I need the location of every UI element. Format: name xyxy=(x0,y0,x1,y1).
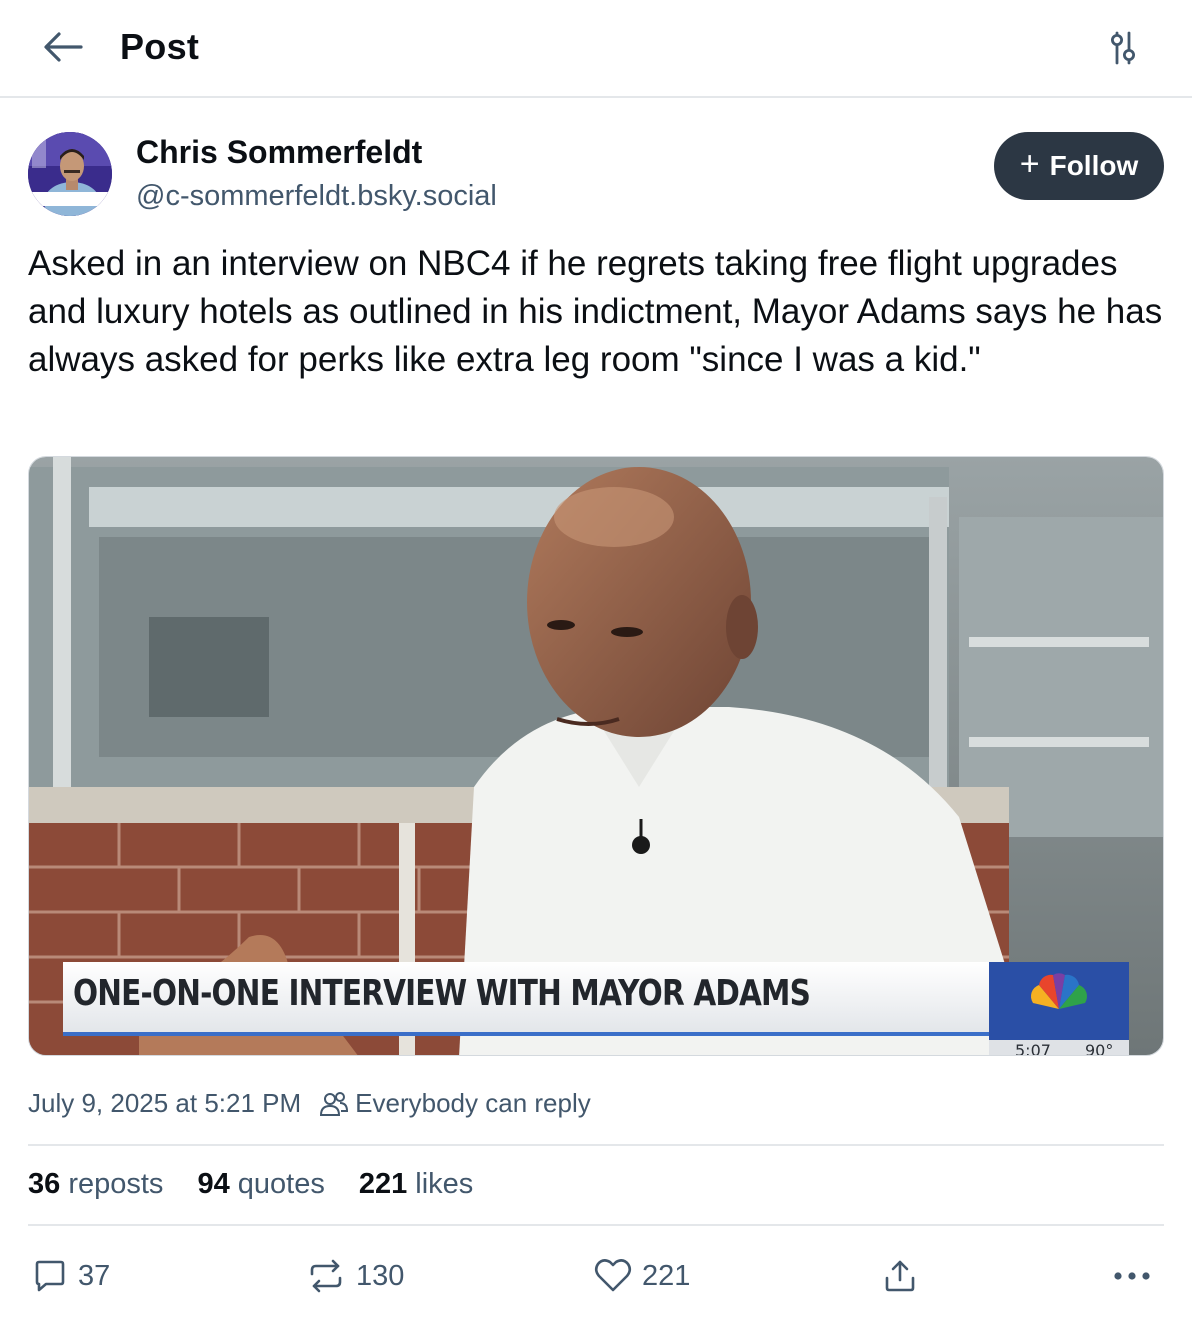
author-name[interactable]: Chris Sommerfeldt xyxy=(136,134,422,171)
reply-bubble-icon xyxy=(35,1260,65,1292)
chyron-text: ONE-ON-ONE INTERVIEW WITH MAYOR ADAMS xyxy=(73,973,811,1014)
like-button[interactable]: 221 xyxy=(594,1252,690,1300)
quotes-count: 94 xyxy=(197,1168,230,1200)
reply-count: 37 xyxy=(78,1259,111,1292)
likes-count: 221 xyxy=(358,1168,408,1200)
heart-icon xyxy=(594,1259,632,1292)
post-meta: July 9, 2025 at 5:21 PM Everybody can re… xyxy=(28,1088,591,1119)
interview-photo xyxy=(29,457,1163,1055)
ellipsis-icon xyxy=(1114,1272,1150,1280)
repost-icon xyxy=(310,1259,342,1293)
reposts-stat[interactable]: 36 reposts xyxy=(28,1168,163,1201)
post-image[interactable]: ONE-ON-ONE INTERVIEW WITH MAYOR ADAMS 5:… xyxy=(28,456,1164,1056)
like-count: 221 xyxy=(642,1259,691,1292)
avatar[interactable] xyxy=(28,132,112,216)
back-button[interactable] xyxy=(40,26,86,68)
follow-button-label: Follow xyxy=(1049,150,1139,181)
thread-settings-button[interactable] xyxy=(1100,26,1146,70)
post-timestamp: July 9, 2025 at 5:21 PM xyxy=(28,1088,302,1118)
author-handle[interactable]: @c-sommerfeldt.bsky.social xyxy=(136,180,497,213)
broadcast-clock: 5:07 xyxy=(1015,1041,1051,1056)
plus-icon: + xyxy=(1019,145,1040,183)
avatar-image xyxy=(28,132,112,216)
sliders-icon xyxy=(1111,31,1135,65)
post-text: Asked in an interview on NBC4 if he regr… xyxy=(28,244,1163,379)
likes-label: likes xyxy=(415,1168,474,1200)
repost-count: 130 xyxy=(356,1259,405,1292)
reply-button[interactable]: 37 xyxy=(32,1252,110,1300)
divider xyxy=(28,1144,1164,1146)
engagement-stats: 36 reposts 94 quotes 221 likes xyxy=(28,1168,473,1201)
broadcast-temperature: 90° xyxy=(1085,1041,1114,1056)
quotes-label: quotes xyxy=(237,1168,325,1200)
reposts-label: reposts xyxy=(68,1168,164,1200)
reply-setting-label: Everybody can reply xyxy=(355,1088,591,1118)
reply-setting[interactable]: Everybody can reply xyxy=(319,1088,591,1119)
page-title: Post xyxy=(120,26,200,67)
divider xyxy=(28,1224,1164,1226)
quotes-stat[interactable]: 94 quotes xyxy=(197,1168,324,1201)
reposts-count: 36 xyxy=(28,1168,61,1200)
share-button[interactable] xyxy=(882,1252,918,1300)
people-icon xyxy=(320,1091,349,1116)
top-bar: Post xyxy=(0,0,1192,98)
more-options-button[interactable] xyxy=(1112,1252,1152,1300)
repost-button[interactable]: 130 xyxy=(306,1252,404,1300)
post-actions: 37 130 221 xyxy=(28,1252,1164,1300)
arrow-left-icon xyxy=(44,32,83,62)
follow-button[interactable]: + Follow xyxy=(994,132,1164,200)
share-icon xyxy=(885,1260,915,1292)
likes-stat[interactable]: 221 likes xyxy=(359,1168,473,1201)
